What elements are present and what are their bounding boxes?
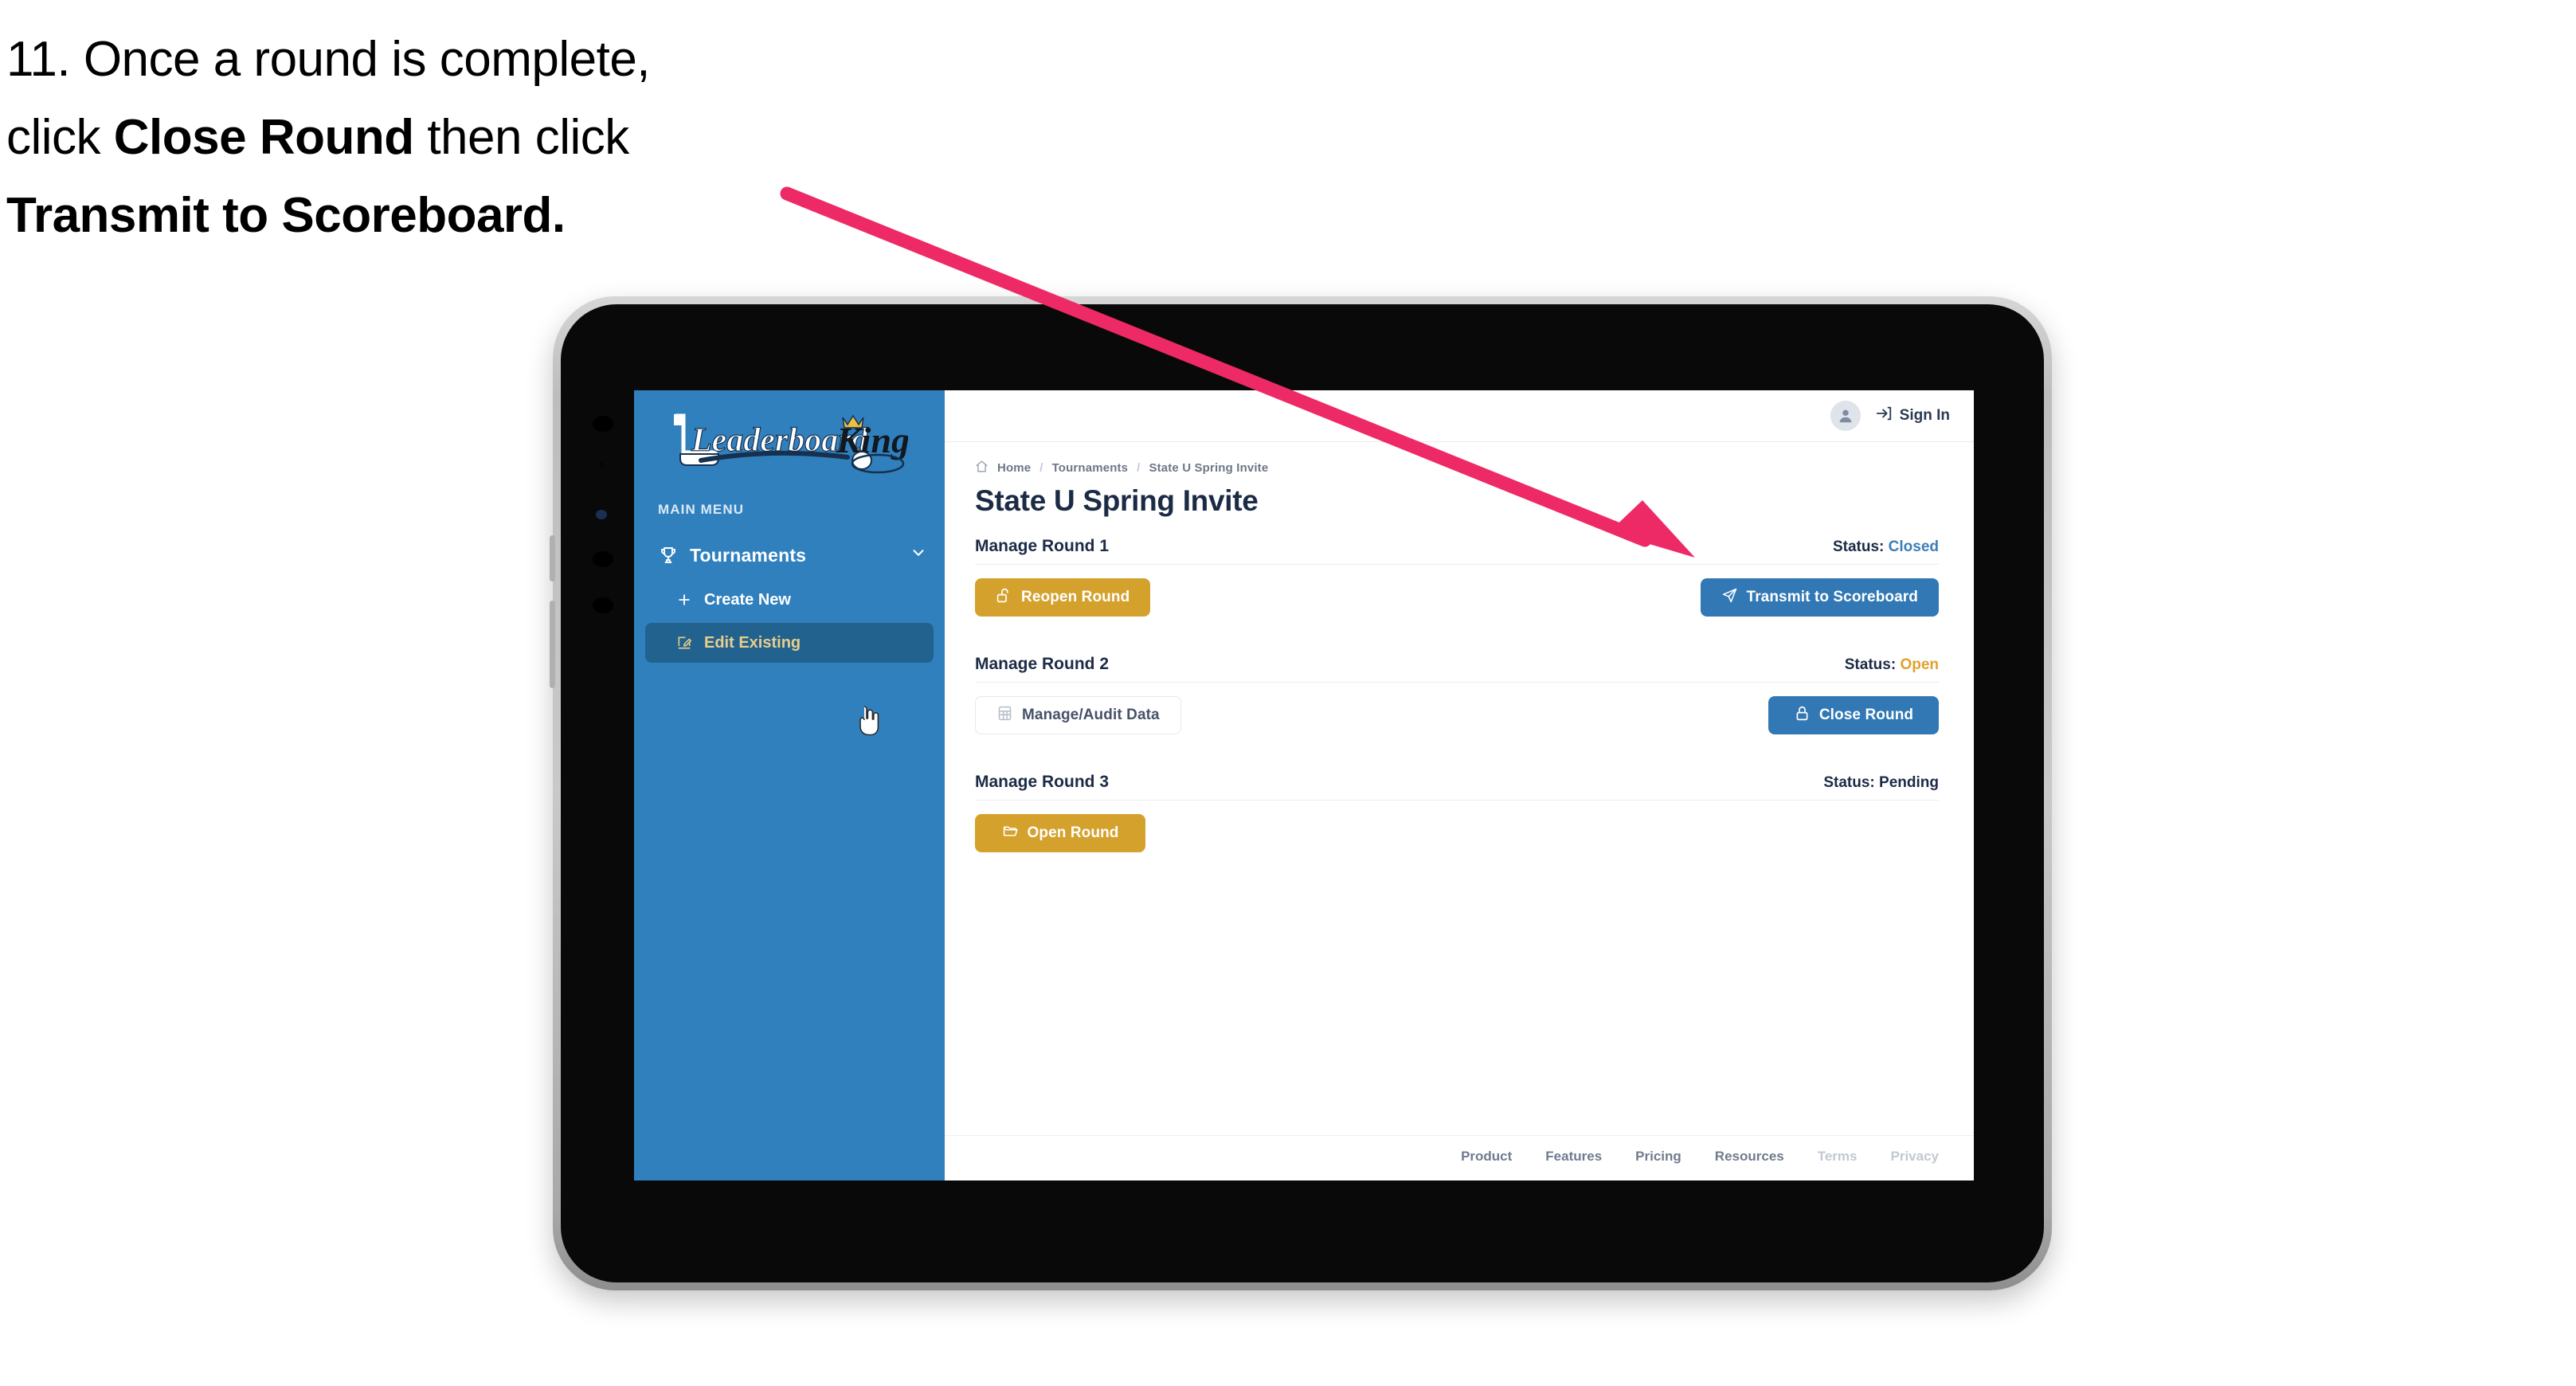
round-name: Manage Round 2 — [975, 655, 1110, 673]
round-actions: Reopen Round Transmit to Scoreboard — [975, 578, 1939, 617]
main-panel: Sign In Home / Tournaments / State U Spr… — [945, 390, 1974, 1180]
manage-audit-data-button[interactable]: Manage/Audit Data — [975, 696, 1181, 734]
caption-line-2: click Close Round then click — [6, 109, 629, 165]
breadcrumb-item-current: State U Spring Invite — [1149, 461, 1269, 475]
chevron-down-icon[interactable] — [910, 544, 927, 566]
indicator-light-icon — [596, 510, 607, 519]
reopen-round-button[interactable]: Reopen Round — [975, 578, 1151, 617]
sign-in-label: Sign In — [1899, 407, 1950, 424]
content-area: Home / Tournaments / State U Spring Invi… — [945, 442, 1974, 1135]
footer-link-privacy[interactable]: Privacy — [1891, 1149, 1940, 1165]
status-label: Status: — [1844, 656, 1897, 673]
open-round-button[interactable]: Open Round — [975, 814, 1145, 852]
footer-links: Product Features Pricing Resources Terms… — [945, 1135, 1974, 1180]
breadcrumb-item-home[interactable]: Home — [997, 461, 1031, 475]
button-label: Manage/Audit Data — [1022, 707, 1160, 723]
mouse-cursor-pointer-icon — [859, 706, 879, 736]
sidebar-item-edit-existing[interactable]: Edit Existing — [645, 623, 934, 663]
sidebar-item-create-new[interactable]: Create New — [645, 580, 934, 620]
round-block-1: Manage Round 1 Status: Closed Reopen Rou… — [975, 537, 1939, 617]
status-label: Status: — [1832, 538, 1885, 555]
home-icon[interactable] — [975, 460, 989, 476]
button-label: Reopen Round — [1021, 589, 1130, 605]
main-menu-label: MAIN MENU — [658, 502, 745, 517]
plus-icon — [674, 592, 695, 608]
camera-dot-icon — [593, 551, 613, 567]
folder-open-icon — [1002, 823, 1019, 844]
app-logo[interactable]: Leaderboard King — [634, 390, 945, 487]
tablet-power-button — [550, 601, 555, 688]
sidebar-subitem-label: Edit Existing — [704, 633, 801, 652]
app-viewport: Leaderboard King MAIN MENU Tournaments C… — [634, 390, 1974, 1180]
status-badge: Status: Pending — [1823, 774, 1939, 792]
breadcrumb-separator: / — [1137, 461, 1141, 475]
pencil-square-icon — [674, 635, 695, 651]
round-header: Manage Round 2 Status: Open — [975, 655, 1939, 683]
lock-icon — [1794, 705, 1811, 726]
sign-in-arrow-icon — [1875, 405, 1893, 427]
round-actions: Manage/Audit Data Close Round — [975, 696, 1939, 734]
status-value: Closed — [1888, 538, 1939, 555]
sidebar-subitem-label: Create New — [704, 590, 791, 609]
status-badge: Status: Open — [1845, 656, 1939, 674]
button-label: Transmit to Scoreboard — [1746, 589, 1918, 605]
footer-link-resources[interactable]: Resources — [1715, 1149, 1784, 1165]
round-block-2: Manage Round 2 Status: Open Manage/Audit… — [975, 655, 1939, 734]
user-avatar-icon[interactable] — [1830, 401, 1861, 431]
status-value: Pending — [1879, 774, 1939, 791]
transmit-to-scoreboard-button[interactable]: Transmit to Scoreboard — [1700, 578, 1939, 617]
trophy-icon — [656, 546, 680, 565]
breadcrumb-separator: / — [1039, 461, 1043, 475]
sidebar: Leaderboard King MAIN MENU Tournaments C… — [634, 390, 945, 1180]
round-header: Manage Round 3 Status: Pending — [975, 773, 1939, 801]
status-value: Open — [1900, 656, 1939, 673]
sidebar-item-label: Tournaments — [690, 544, 807, 566]
footer-link-terms[interactable]: Terms — [1818, 1149, 1858, 1165]
caption-line-1: 11. Once a round is complete, — [6, 32, 651, 87]
camera-dot-icon — [593, 416, 613, 432]
round-name: Manage Round 3 — [975, 773, 1110, 791]
caption-line-3: Transmit to Scoreboard. — [6, 187, 566, 243]
sidebar-item-tournaments[interactable]: Tournaments — [634, 534, 945, 577]
round-block-3: Manage Round 3 Status: Pending Open Roun… — [975, 773, 1939, 852]
camera-dot-icon — [593, 597, 613, 613]
tablet-volume-button — [550, 535, 555, 581]
unlock-icon — [996, 587, 1012, 609]
status-badge: Status: Closed — [1833, 538, 1939, 556]
leaderboard-king-logo-icon: Leaderboard King — [674, 413, 908, 474]
sidebar-nav-group: Tournaments Create New Edit Existing — [634, 534, 945, 663]
footer-link-pricing[interactable]: Pricing — [1635, 1149, 1681, 1165]
breadcrumb-item-tournaments[interactable]: Tournaments — [1052, 461, 1129, 475]
button-label: Close Round — [1818, 707, 1914, 723]
button-label: Open Round — [1027, 824, 1119, 841]
sensor-dot-icon — [599, 462, 604, 467]
round-actions: Open Round — [975, 814, 1939, 852]
status-label: Status: — [1823, 774, 1875, 791]
table-grid-icon — [996, 705, 1013, 726]
round-name: Manage Round 1 — [975, 537, 1110, 555]
instruction-caption: 11. Once a round is complete, click Clos… — [6, 21, 867, 255]
round-header: Manage Round 1 Status: Closed — [975, 537, 1939, 565]
close-round-button[interactable]: Close Round — [1768, 696, 1939, 734]
footer-link-product[interactable]: Product — [1461, 1149, 1512, 1165]
top-bar: Sign In — [945, 390, 1974, 442]
footer-link-features[interactable]: Features — [1545, 1149, 1602, 1165]
page-title: State U Spring Invite — [975, 484, 1259, 517]
breadcrumb: Home / Tournaments / State U Spring Invi… — [975, 460, 1939, 476]
sign-in-button[interactable]: Sign In — [1875, 405, 1950, 427]
paper-plane-icon — [1721, 587, 1738, 609]
